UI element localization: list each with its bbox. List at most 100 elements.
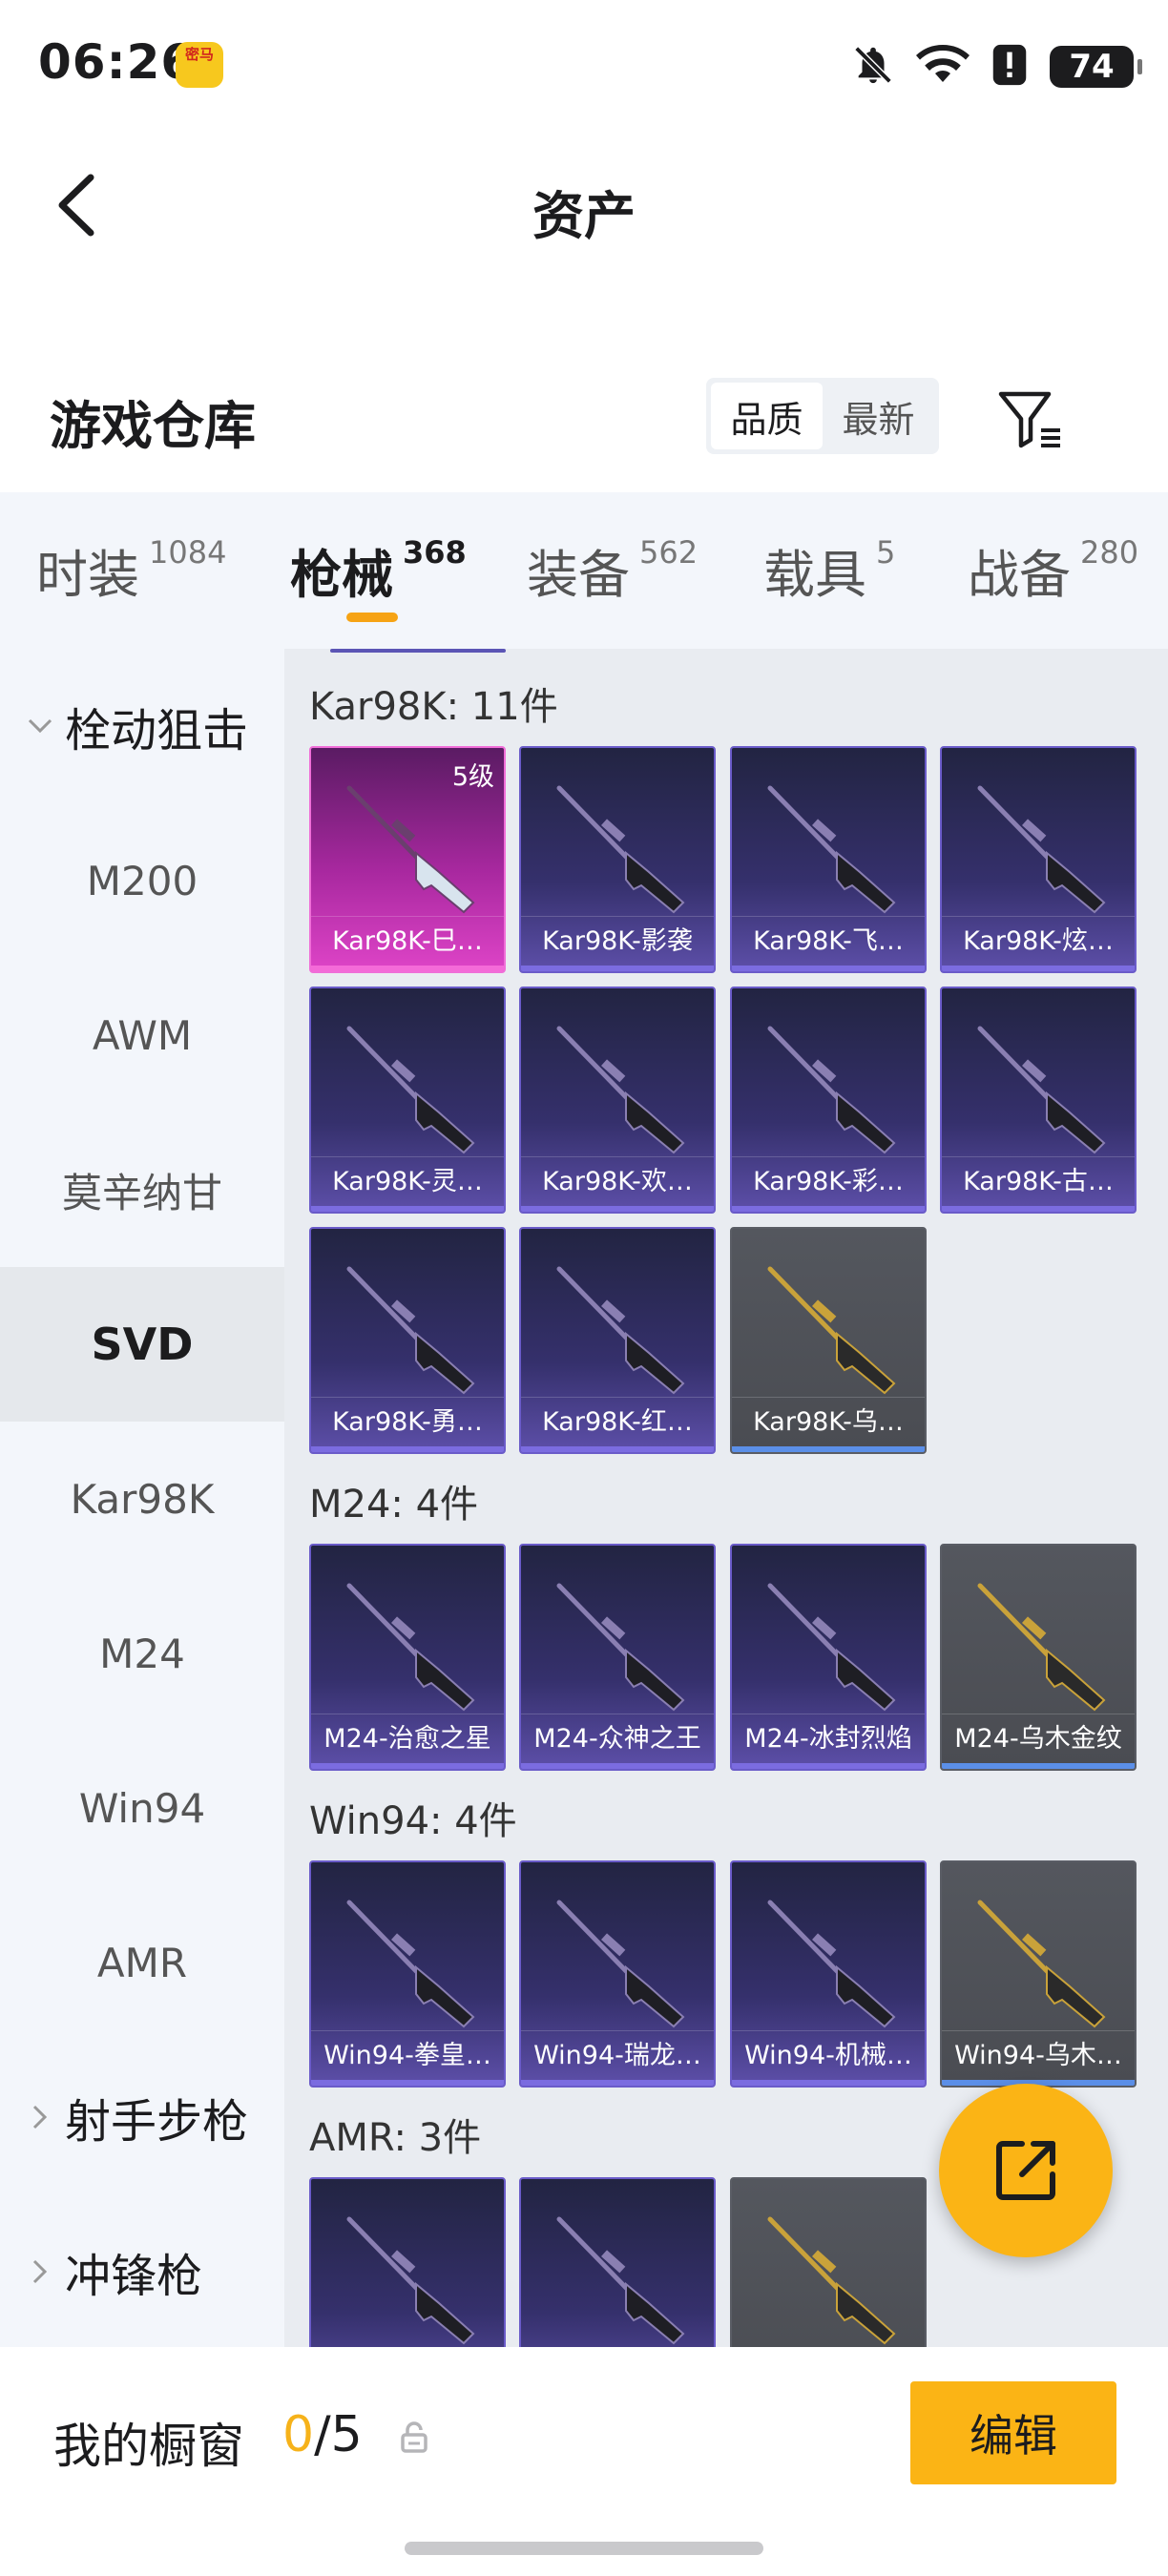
home-indicator[interactable] (405, 2542, 763, 2555)
weapon-card[interactable]: Kar98K-彩… (730, 987, 927, 1214)
item-name: Win94-机械… (732, 2030, 925, 2080)
weapon-card[interactable]: M24-冰封烈焰 (730, 1544, 927, 1771)
weapon-card[interactable]: Win94-乌木… (940, 1860, 1137, 2088)
rarity-bar (311, 1446, 504, 1452)
tab-equipment[interactable]: 装备 562 (527, 532, 698, 608)
weapon-card[interactable]: Kar98K-欢… (519, 987, 716, 1214)
share-fab-button[interactable] (939, 2084, 1113, 2257)
item-name: Kar98K-彩… (732, 1156, 925, 1206)
rifle-icon (767, 1266, 896, 1395)
weapon-card[interactable]: Kar98K-乌… (730, 1227, 927, 1454)
rifle-icon (346, 785, 475, 914)
sidebar-item-m200[interactable]: M200 (0, 803, 284, 958)
weapon-card[interactable]: M24-乌木金纹 (940, 1544, 1137, 1771)
tab-vehicles[interactable]: 载具 5 (763, 532, 895, 608)
edit-button[interactable]: 编辑 (910, 2381, 1116, 2484)
sort-option-quality[interactable]: 品质 (711, 383, 823, 449)
rifle-icon (977, 1900, 1106, 2028)
sort-option-latest[interactable]: 最新 (823, 383, 934, 449)
rarity-bar (521, 1206, 714, 1212)
chevron-right-icon (25, 2256, 55, 2287)
rifle-icon (767, 2216, 896, 2345)
rifle-icon (346, 2216, 475, 2345)
sidebar-group-marksman[interactable]: 射手步枪 (0, 2040, 284, 2194)
chevron-right-icon (25, 2102, 55, 2132)
active-tab-indicator (346, 613, 398, 622)
weapon-card[interactable]: 5级 Kar98K-巳… (309, 746, 506, 973)
lock-icon (395, 2416, 433, 2458)
share-icon (996, 2141, 1055, 2200)
sort-toggle: 品质 最新 (706, 378, 939, 454)
filter-button[interactable] (992, 382, 1069, 458)
weapon-card[interactable]: Kar98K-灵… (309, 987, 506, 1214)
rarity-bar (942, 1206, 1135, 1212)
weapon-card[interactable]: Kar98K-红… (519, 1227, 716, 1454)
rifle-icon (767, 1026, 896, 1154)
weapon-card[interactable]: Win94-拳皇… (309, 1860, 506, 2088)
rifle-icon (346, 1266, 475, 1395)
showcase-label: 我的橱窗 (53, 2419, 244, 2474)
weapon-card[interactable] (730, 2177, 927, 2347)
weapon-card[interactable]: Win94-瑞龙… (519, 1860, 716, 2088)
weapon-card[interactable]: Kar98K-炫… (940, 746, 1137, 973)
rifle-icon (556, 785, 685, 914)
category-tabs: 时装 1084 枪械 368 装备 562 载具 5 战备 280 (0, 492, 1168, 649)
item-name: Kar98K-影袭 (521, 916, 714, 966)
tab-label: 枪械 (290, 545, 393, 605)
showcase-total: /5 (314, 2406, 363, 2463)
tab-label: 载具 (763, 545, 866, 605)
sidebar-group-label: 栓动狙击 (65, 704, 249, 758)
item-name: M24-乌木金纹 (942, 1714, 1135, 1763)
rarity-bar (311, 2080, 504, 2086)
sidebar-group-smg[interactable]: 冲锋枪 (0, 2194, 284, 2347)
rarity-bar (732, 1446, 925, 1452)
scroll-indicator (330, 649, 506, 653)
item-name: M24-众神之王 (521, 1714, 714, 1763)
item-name: Win94-瑞龙… (521, 2030, 714, 2080)
weapon-card[interactable]: M24-治愈之星 (309, 1544, 506, 1771)
weapon-card[interactable]: Kar98K-影袭 (519, 746, 716, 973)
tab-label: 战备 (968, 545, 1071, 605)
rarity-bar (942, 966, 1135, 971)
rarity-bar (521, 1763, 714, 1769)
rarity-bar (311, 1763, 504, 1769)
rifle-icon (977, 1026, 1106, 1154)
sidebar-item-svd[interactable]: SVD (0, 1267, 284, 1422)
weapon-card[interactable] (519, 2177, 716, 2347)
weapon-card[interactable] (309, 2177, 506, 2347)
tab-count: 1084 (149, 534, 227, 571)
tab-supplies[interactable]: 战备 280 (968, 532, 1138, 608)
sidebar-group-bolt-action[interactable]: 栓动狙击 (0, 649, 284, 803)
rifle-icon (767, 1900, 896, 2028)
sidebar-item-awm[interactable]: AWM (0, 958, 284, 1112)
section-title: AMR: 3件 (309, 2116, 482, 2160)
rarity-bar (732, 1206, 925, 1212)
sidebar-item-kar98k[interactable]: Kar98K (0, 1422, 284, 1576)
page-title: 资产 (532, 186, 636, 246)
sidebar-item-amr[interactable]: AMR (0, 1885, 284, 2040)
sidebar-group-label: 射手步枪 (65, 2095, 249, 2149)
tab-fashion[interactable]: 时装 1084 (36, 532, 226, 608)
rarity-bar (311, 966, 504, 971)
rifle-icon (977, 785, 1106, 914)
sidebar-item-win94[interactable]: Win94 (0, 1731, 284, 1885)
section-title: M24: 4件 (309, 1483, 479, 1527)
rarity-bar (521, 1446, 714, 1452)
sidebar-item-mosin[interactable]: 莫辛纳甘 (0, 1112, 284, 1267)
status-icons: 74 (851, 38, 1142, 95)
weapon-card[interactable]: Kar98K-勇… (309, 1227, 506, 1454)
showcase-used: 0 (282, 2406, 315, 2463)
rifle-icon (346, 1900, 475, 2028)
item-name: Kar98K-勇… (311, 1397, 504, 1446)
weapon-card[interactable]: Kar98K-飞… (730, 746, 927, 973)
rarity-bar (732, 1763, 925, 1769)
rarity-bar (521, 2080, 714, 2086)
item-name: Win94-乌木… (942, 2030, 1135, 2080)
weapon-card[interactable]: Kar98K-古… (940, 987, 1137, 1214)
sidebar-item-m24[interactable]: M24 (0, 1576, 284, 1731)
tab-firearms[interactable]: 枪械 368 (290, 532, 467, 608)
weapon-card[interactable]: M24-众神之王 (519, 1544, 716, 1771)
weapon-card[interactable]: Win94-机械… (730, 1860, 927, 2088)
status-bar: 06:26 密马 74 (0, 0, 1168, 134)
item-name: Kar98K-红… (521, 1397, 714, 1446)
